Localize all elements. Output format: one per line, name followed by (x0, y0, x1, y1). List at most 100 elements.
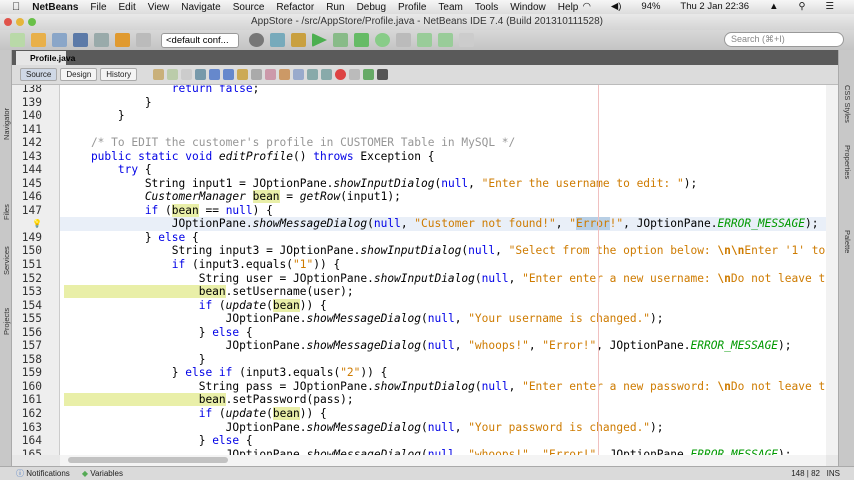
menu-file[interactable]: File (90, 2, 106, 13)
code-line[interactable]: if (update(bean)) { (60, 298, 826, 313)
find-previous-icon[interactable] (209, 69, 221, 80)
battery-text[interactable]: 94% (641, 1, 660, 12)
notifications-button[interactable]: ⓘ Notifications (16, 468, 70, 479)
code-line[interactable]: } else if (input3.equals("2")) { (60, 366, 826, 380)
last-edit-icon[interactable] (153, 69, 165, 80)
apple-icon[interactable]:  (12, 1, 20, 13)
code-line[interactable]: JOptionPane.showMessageDialog(null, "who… (60, 448, 826, 455)
open-project-icon[interactable] (52, 33, 67, 47)
code-line[interactable]: bean.setUsername(user); (60, 285, 826, 299)
stop-macro-icon[interactable] (349, 69, 361, 80)
upload-icon[interactable] (438, 33, 453, 47)
save-all-icon[interactable] (73, 33, 88, 47)
gc-icon[interactable] (396, 33, 411, 47)
new-project-icon[interactable] (31, 33, 46, 47)
history-view-button[interactable]: History (100, 68, 138, 81)
code-line[interactable]: } else { (60, 434, 826, 448)
list-icon[interactable]: ☰ (825, 1, 834, 12)
uncomment-icon[interactable] (377, 69, 389, 80)
files-panel-tab[interactable]: Files (2, 204, 11, 220)
services-panel-tab[interactable]: Services (2, 246, 11, 275)
download-icon[interactable] (417, 33, 432, 47)
back-icon[interactable] (167, 69, 179, 80)
shift-left-icon[interactable] (307, 69, 319, 80)
menu-source[interactable]: Source (233, 2, 265, 13)
design-view-button[interactable]: Design (60, 68, 98, 81)
preview-icon[interactable] (94, 33, 109, 47)
bookmark-next-icon[interactable] (279, 69, 291, 80)
clock[interactable]: Thu 2 Jan 22:36 (680, 1, 749, 12)
menu-debug[interactable]: Debug (357, 2, 386, 13)
code-line[interactable]: /* To EDIT the customer's profile in CUS… (60, 136, 826, 150)
menu-tools[interactable]: Tools (475, 2, 498, 13)
debug-icon[interactable] (333, 33, 348, 47)
menu-help[interactable]: Help (558, 2, 579, 13)
bookmark-previous-icon[interactable] (265, 69, 277, 80)
tab-profile-java[interactable]: Profile.java ⊗ (16, 51, 75, 77)
toggle-highlight-icon[interactable] (237, 69, 249, 80)
rect-select-icon[interactable] (251, 69, 263, 80)
search-input[interactable]: Search (⌘+I) (724, 32, 844, 47)
comment-icon[interactable] (363, 69, 375, 80)
horizontal-scrollbar[interactable] (60, 455, 826, 466)
code-editor[interactable]: return false; } } /* To EDIT the custome… (60, 85, 826, 455)
code-line[interactable] (60, 123, 826, 137)
projects-panel-tab[interactable]: Projects (2, 308, 11, 335)
menu-team[interactable]: Team (438, 2, 462, 13)
source-view-button[interactable]: Source (20, 68, 58, 81)
menu-window[interactable]: Window (510, 2, 546, 13)
find-icon[interactable] (195, 69, 207, 80)
menu-run[interactable]: Run (326, 2, 344, 13)
code-line[interactable]: if (bean == null) { (60, 203, 826, 218)
navigator-panel-tab[interactable]: Navigator (2, 108, 11, 140)
code-line[interactable]: CustomerManager bean = getRow(input1); (60, 190, 826, 204)
code-line[interactable]: JOptionPane.showMessageDialog(null, "Cus… (60, 217, 826, 231)
code-line[interactable]: String user = JOptionPane.showInputDialo… (60, 272, 826, 286)
code-line[interactable]: } (60, 353, 826, 367)
run-icon[interactable] (312, 33, 327, 47)
minimize-window-button[interactable] (16, 18, 24, 26)
close-window-button[interactable] (4, 18, 12, 26)
browser-icon[interactable] (249, 33, 264, 47)
properties-panel-tab[interactable]: Properties (843, 145, 852, 179)
code-line[interactable]: String pass = JOptionPane.showInputDialo… (60, 380, 826, 394)
error-stripe[interactable] (826, 85, 838, 455)
menu-profile[interactable]: Profile (398, 2, 426, 13)
palette-panel-tab[interactable]: Palette (843, 230, 852, 253)
spotlight-icon[interactable]: ⚲ (799, 1, 806, 12)
code-line[interactable]: JOptionPane.showMessageDialog(null, "You… (60, 421, 826, 435)
user-icon[interactable]: ▲ (769, 1, 778, 12)
code-line[interactable]: String input1 = JOptionPane.showInputDia… (60, 177, 826, 191)
build-icon[interactable] (270, 33, 285, 47)
undo-icon[interactable] (115, 33, 130, 47)
code-line[interactable]: String input3 = JOptionPane.showInputDia… (60, 244, 826, 258)
find-next-icon[interactable] (223, 69, 235, 80)
code-line[interactable]: } else { (60, 231, 826, 245)
profile-icon[interactable] (375, 33, 390, 47)
toggle-bookmark-icon[interactable] (293, 69, 305, 80)
code-line[interactable]: return false; (60, 85, 826, 96)
code-line[interactable]: public static void editProfile() throws … (60, 150, 826, 164)
menu-refactor[interactable]: Refactor (276, 2, 314, 13)
volume-icon[interactable]: ◀) (611, 1, 621, 12)
forward-icon[interactable] (181, 69, 193, 80)
code-line[interactable]: JOptionPane.showMessageDialog(null, "who… (60, 339, 826, 353)
redo-icon[interactable] (136, 33, 151, 47)
step-back-icon[interactable] (354, 33, 369, 47)
menu-edit[interactable]: Edit (119, 2, 136, 13)
variables-button[interactable]: ◆ Variables (82, 469, 123, 478)
code-line[interactable]: } (60, 96, 826, 110)
css-styles-panel-tab[interactable]: CSS Styles (843, 85, 852, 123)
wifi-icon[interactable]: ◠ (583, 1, 591, 12)
app-menu[interactable]: NetBeans (32, 2, 78, 13)
code-line[interactable]: JOptionPane.showMessageDialog(null, "You… (60, 312, 826, 326)
clean-build-icon[interactable] (291, 33, 306, 47)
code-line[interactable]: if (update(bean)) { (60, 406, 826, 421)
record-macro-icon[interactable] (335, 69, 347, 80)
code-line[interactable]: bean.setPassword(pass); (60, 393, 826, 407)
sync-icon[interactable] (459, 33, 474, 47)
shift-right-icon[interactable] (321, 69, 333, 80)
menu-navigate[interactable]: Navigate (181, 2, 220, 13)
configuration-select[interactable]: <default conf... (161, 32, 239, 48)
new-file-icon[interactable] (10, 33, 25, 47)
